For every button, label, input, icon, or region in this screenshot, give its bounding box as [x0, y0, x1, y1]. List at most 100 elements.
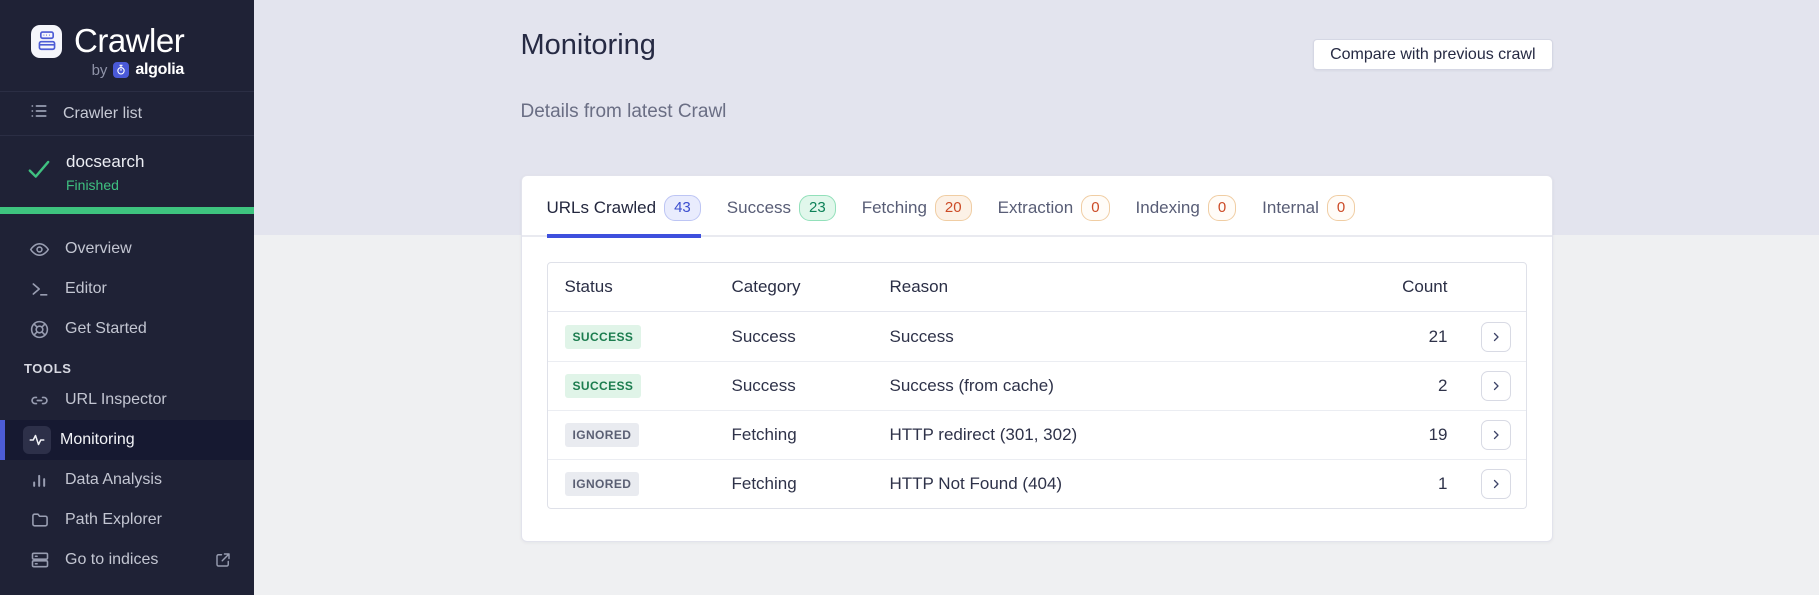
row-expand-button[interactable]	[1480, 420, 1511, 450]
by-label: by	[91, 61, 108, 79]
sidebar-item-url-inspector[interactable]: URL Inspector	[0, 380, 254, 420]
sidebar-item-crawler-list[interactable]: Crawler list	[0, 92, 254, 136]
row-expand-button[interactable]	[1480, 371, 1511, 401]
count-cell: 19	[1428, 425, 1448, 444]
crawler-name: docsearch	[66, 152, 145, 171]
tab-label: Fetching	[861, 198, 927, 217]
tab-urls-crawled[interactable]: URLs Crawled 43	[546, 195, 701, 238]
main-area: Monitoring Compare with previous crawl D…	[254, 0, 1819, 595]
sidebar-item-label: Data Analysis	[65, 471, 162, 488]
sidebar-item-label: Get Started	[65, 320, 147, 337]
page-subtitle: Details from latest Crawl	[520, 101, 727, 122]
monitoring-card: URLs Crawled 43 Success 23 Fetching 20 E…	[520, 175, 1553, 542]
sidebar-item-label: Overview	[65, 240, 132, 257]
chevron-right-icon	[1493, 381, 1499, 391]
sidebar-item-label: URL Inspector	[65, 391, 167, 408]
tab-extraction[interactable]: Extraction 0	[998, 195, 1110, 238]
status-badge: SUCCESS	[564, 374, 642, 398]
sidebar-item-label: Crawler list	[63, 104, 143, 122]
crawl-status-table: Status Category Reason Count SUCCESS Suc…	[546, 262, 1527, 509]
algolia-stopwatch-icon	[113, 62, 130, 78]
tab-count-badge: 23	[799, 195, 836, 221]
tab-label: URLs Crawled	[546, 198, 657, 217]
indices-icon	[29, 550, 50, 571]
compare-with-previous-crawl-button[interactable]: Compare with previous crawl	[1313, 39, 1553, 70]
crawler-logo-icon	[31, 24, 62, 58]
page-header: Monitoring Compare with previous crawl	[521, 0, 1553, 70]
link-icon	[29, 390, 50, 411]
reason-cell: Success (from cache)	[889, 376, 1054, 395]
sidebar-item-label: Monitoring	[60, 431, 135, 448]
status-badge: IGNORED	[564, 423, 640, 447]
sidebar-item-editor[interactable]: Editor	[0, 269, 254, 309]
lifebuoy-icon	[29, 319, 50, 340]
reason-cell: Success	[889, 326, 954, 346]
tab-count-badge: 20	[934, 195, 972, 221]
tabs-bar: URLs Crawled 43 Success 23 Fetching 20 E…	[521, 176, 1552, 238]
list-icon	[29, 101, 49, 126]
count-cell: 1	[1438, 474, 1448, 493]
chevron-right-icon	[1493, 430, 1499, 440]
column-header-count: Count	[1402, 277, 1448, 296]
column-header-status: Status	[564, 277, 613, 296]
tab-count-badge: 0	[1326, 195, 1356, 221]
crawl-progress-bar	[0, 207, 254, 214]
sidebar-item-label: Editor	[65, 280, 107, 297]
sidebar-item-path-explorer[interactable]: Path Explorer	[0, 500, 254, 540]
app-window: Crawler by algolia Crawler list docsearc…	[0, 0, 1819, 595]
tab-label: Indexing	[1135, 198, 1200, 217]
folder-icon	[29, 510, 50, 531]
tab-count-badge: 43	[664, 195, 701, 221]
algolia-brand-label: algolia	[135, 61, 184, 78]
table-row: IGNORED Fetching HTTP Not Found (404) 1	[547, 459, 1526, 508]
tab-indexing[interactable]: Indexing 0	[1136, 195, 1237, 238]
reason-cell: HTTP Not Found (404)	[889, 474, 1063, 493]
sidebar-item-monitoring[interactable]: Monitoring	[0, 420, 254, 460]
reason-cell: HTTP redirect (301, 302)	[889, 425, 1078, 444]
category-cell: Fetching	[731, 425, 797, 444]
page-title: Monitoring	[520, 29, 656, 61]
tab-success[interactable]: Success 23	[727, 195, 836, 238]
crawler-state: Finished	[66, 177, 119, 193]
sidebar-item-label: Path Explorer	[65, 511, 162, 528]
tab-fetching[interactable]: Fetching 20	[862, 195, 972, 238]
column-header-reason: Reason	[889, 277, 949, 296]
table-row: SUCCESS Success Success 21	[548, 312, 1526, 361]
external-link-icon	[214, 551, 232, 569]
terminal-icon	[29, 279, 50, 300]
sidebar-nav: Overview Editor Get Started TOOLS URL In…	[0, 229, 254, 580]
tab-label: Success	[726, 198, 792, 217]
tab-label: Internal	[1262, 198, 1319, 217]
table-row: IGNORED Fetching HTTP redirect (301, 302…	[547, 410, 1526, 459]
check-icon	[26, 156, 52, 187]
tools-section-label: TOOLS	[24, 361, 72, 376]
sidebar-item-data-analysis[interactable]: Data Analysis	[0, 460, 254, 500]
category-cell: Success	[731, 326, 796, 346]
sidebar-item-get-started[interactable]: Get Started	[0, 309, 254, 349]
chevron-right-icon	[1493, 332, 1499, 341]
status-badge: SUCCESS	[564, 324, 642, 349]
column-header-category: Category	[731, 277, 801, 296]
category-cell: Fetching	[731, 474, 797, 493]
table-row: SUCCESS Success Success (from cache) 2	[547, 361, 1526, 410]
tab-internal[interactable]: Internal 0	[1262, 195, 1356, 238]
tab-label: Extraction	[997, 198, 1074, 217]
row-expand-button[interactable]	[1480, 321, 1511, 352]
row-expand-button[interactable]	[1480, 469, 1511, 499]
sidebar: Crawler by algolia Crawler list docsearc…	[0, 0, 254, 595]
table-header-row: Status Category Reason Count	[547, 263, 1526, 312]
count-cell: 21	[1428, 326, 1448, 346]
sidebar-item-label: Go to indices	[65, 551, 159, 568]
sidebar-item-go-to-indices[interactable]: Go to indices	[0, 540, 254, 580]
sidebar-item-overview[interactable]: Overview	[0, 229, 254, 269]
eye-icon	[29, 239, 50, 260]
tab-count-badge: 0	[1081, 195, 1110, 221]
category-cell: Success	[731, 376, 796, 395]
crawler-status: docsearch Finished	[0, 136, 254, 207]
activity-icon	[23, 426, 51, 454]
count-cell: 2	[1438, 376, 1448, 395]
status-badge: IGNORED	[564, 472, 640, 496]
bar-chart-icon	[29, 470, 50, 491]
tab-count-badge: 0	[1207, 195, 1237, 221]
logo-section: Crawler by algolia	[0, 0, 254, 92]
